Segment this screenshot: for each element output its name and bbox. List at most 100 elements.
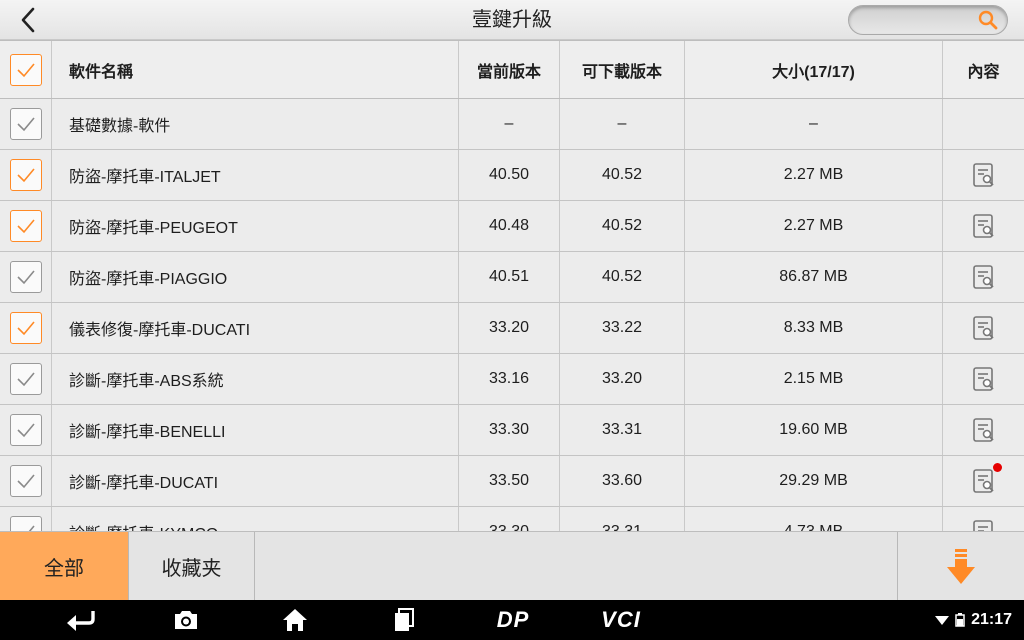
search-icon[interactable] [977, 9, 999, 31]
checkmark-icon [16, 372, 35, 387]
table-body: 基礎數據-軟件 – – – 防盜-摩托車-ITALJET 40.50 40.52 2.27 M… [0, 99, 1024, 531]
available-version: 33.31 [560, 507, 685, 531]
software-name: 診斷-摩托車-ABS系統 [52, 354, 459, 404]
available-version: 33.60 [560, 456, 685, 506]
file-size: – [685, 99, 943, 149]
file-size: 2.27 MB [685, 150, 943, 200]
table-row[interactable]: 診斷-摩托車-ABS系統 33.16 33.20 2.15 MB [0, 354, 1024, 405]
file-size: 86.87 MB [685, 252, 943, 302]
download-button[interactable] [897, 532, 1024, 601]
table-row[interactable]: 診斷-摩托車-DUCATI 33.50 33.60 29.29 MB [0, 456, 1024, 507]
document-search-icon[interactable] [970, 518, 998, 531]
table-row[interactable]: 診斷-摩托車-KYMCO33.3033.314.73 MB [0, 507, 1024, 531]
nav-recents-button[interactable] [381, 600, 427, 640]
current-version: 33.16 [459, 354, 560, 404]
document-search-icon[interactable] [970, 416, 998, 444]
file-size: 8.33 MB [685, 303, 943, 353]
back-button[interactable] [6, 2, 50, 38]
file-size: 2.15 MB [685, 354, 943, 404]
checkmark-icon [16, 62, 35, 77]
document-search-icon[interactable] [970, 212, 998, 240]
available-version: – [560, 99, 685, 149]
table-header-row: 軟件名稱 當前版本 可下載版本 大小(17/17) 內容 [0, 41, 1024, 99]
home-icon [283, 609, 307, 631]
clock-time: 21:17 [971, 611, 1012, 628]
software-name: 儀表修復-摩托車-DUCATI [52, 303, 459, 353]
available-version: 33.20 [560, 354, 685, 404]
header-bar: 壹鍵升級 [0, 0, 1024, 40]
checkmark-icon [16, 321, 35, 336]
row-checkbox[interactable] [9, 414, 42, 446]
nav-back-button[interactable] [58, 600, 104, 640]
checkmark-icon [16, 219, 35, 234]
current-version: 33.20 [459, 303, 560, 353]
checkmark-icon [16, 270, 35, 285]
table-row[interactable]: 診斷-摩托車-BENELLI 33.30 33.31 19.60 MB [0, 405, 1024, 456]
tab-all[interactable]: 全部 [0, 532, 128, 601]
current-version: – [459, 99, 560, 149]
table-row[interactable]: 防盜-摩托車-PIAGGIO 40.51 40.52 86.87 MB [0, 252, 1024, 303]
table-row[interactable]: 防盜-摩托車-PEUGEOT 40.48 40.52 2.27 MB [0, 201, 1024, 252]
row-checkbox[interactable] [9, 108, 42, 140]
software-table: 軟件名稱 當前版本 可下載版本 大小(17/17) 內容 基礎數據-軟件 – – – 防… [0, 40, 1024, 531]
file-size: 29.29 MB [685, 456, 943, 506]
column-header-current: 當前版本 [459, 41, 560, 98]
document-search-icon[interactable] [970, 263, 998, 291]
tab-favorites[interactable]: 收藏夹 [128, 532, 255, 601]
checkmark-icon [28, 525, 35, 531]
column-header-size: 大小(17/17) [685, 41, 943, 98]
checkmark-icon [16, 168, 35, 183]
nav-camera-button[interactable] [163, 600, 209, 640]
search-box[interactable] [848, 5, 1008, 35]
software-name: 診斷-摩托車-KYMCO [52, 507, 459, 531]
battery-icon [955, 613, 965, 627]
available-version: 40.52 [560, 252, 685, 302]
file-size: 19.60 MB [685, 405, 943, 455]
select-all-checkbox[interactable] [9, 53, 42, 86]
row-checkbox[interactable] [9, 159, 42, 191]
bottom-tab-bar: 全部 收藏夹 [0, 531, 1024, 601]
document-search-icon[interactable] [970, 463, 1002, 495]
software-name: 診斷-摩托車-BENELLI [52, 405, 459, 455]
checkmark-icon [16, 423, 35, 438]
row-checkbox[interactable] [9, 261, 42, 293]
file-size: 4.73 MB [685, 507, 943, 531]
row-checkbox[interactable] [9, 516, 42, 531]
checkmark-icon [16, 474, 35, 489]
table-row[interactable]: 基礎數據-軟件 – – – [0, 99, 1024, 150]
available-version: 33.22 [560, 303, 685, 353]
software-name: 基礎數據-軟件 [52, 99, 459, 149]
software-name: 防盜-摩托車-PIAGGIO [52, 252, 459, 302]
camera-icon [175, 611, 197, 629]
wifi-icon [935, 616, 950, 625]
column-header-name: 軟件名稱 [52, 41, 459, 98]
chevron-left-icon [21, 7, 35, 33]
row-checkbox[interactable] [9, 312, 42, 344]
search-input[interactable] [861, 10, 971, 30]
nav-dp-button[interactable]: DP [482, 600, 544, 640]
available-version: 33.31 [560, 405, 685, 455]
row-checkbox[interactable] [9, 465, 42, 497]
current-version: 33.30 [459, 507, 560, 531]
available-version: 40.52 [560, 201, 685, 251]
current-version: 33.30 [459, 405, 560, 455]
document-search-icon[interactable] [970, 365, 998, 393]
file-size: 2.27 MB [685, 201, 943, 251]
return-arrow-icon [67, 611, 95, 631]
software-name: 防盜-摩托車-PEUGEOT [52, 201, 459, 251]
table-row[interactable]: 防盜-摩托車-ITALJET 40.50 40.52 2.27 MB [0, 150, 1024, 201]
available-version: 40.52 [560, 150, 685, 200]
nav-home-button[interactable] [272, 600, 318, 640]
current-version: 40.51 [459, 252, 560, 302]
row-checkbox[interactable] [9, 210, 42, 242]
nav-vci-button[interactable]: VCI [590, 600, 652, 640]
software-name: 診斷-摩托車-DUCATI [52, 456, 459, 506]
document-search-icon[interactable] [970, 314, 998, 342]
new-badge [992, 463, 1002, 472]
recent-apps-icon [395, 608, 414, 631]
document-search-icon[interactable] [970, 161, 998, 189]
column-header-available: 可下載版本 [560, 41, 685, 98]
row-checkbox[interactable] [9, 363, 42, 395]
table-row[interactable]: 儀表修復-摩托車-DUCATI 33.20 33.22 8.33 MB [0, 303, 1024, 354]
status-area: 21:17 [935, 600, 1012, 640]
